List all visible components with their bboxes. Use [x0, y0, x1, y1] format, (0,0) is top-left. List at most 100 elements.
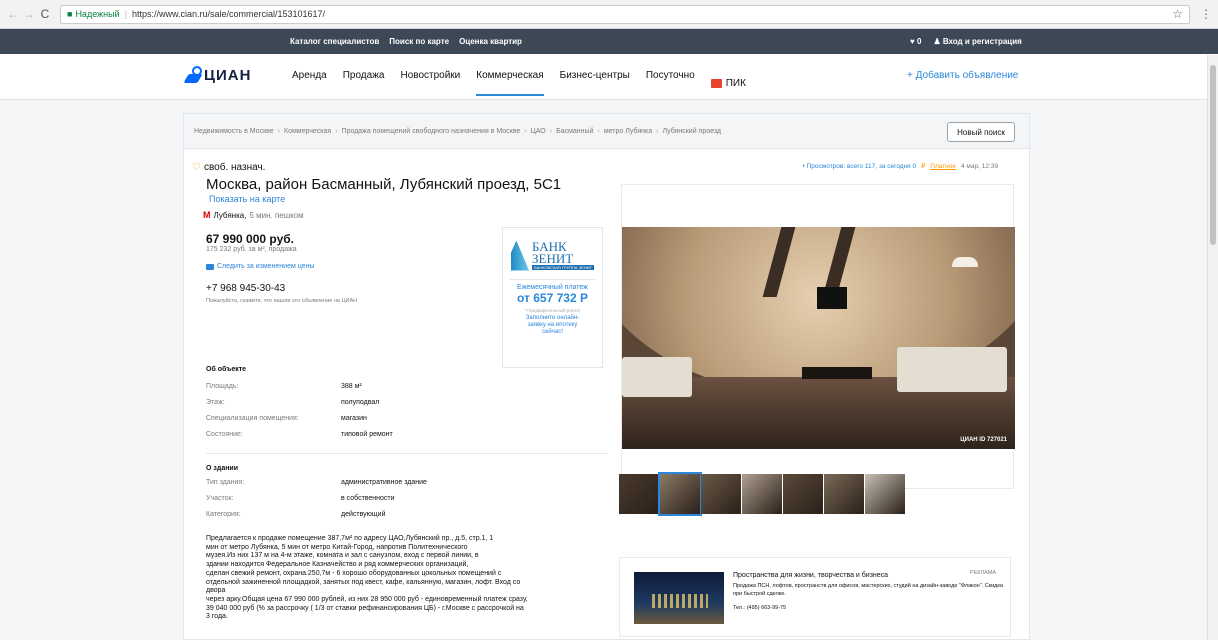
breadcrumb-item[interactable]: Недвижимость в Москве — [194, 128, 274, 135]
advertisement[interactable]: Пространства для жизни, творчества и биз… — [619, 557, 1011, 637]
breadcrumb-item[interactable]: Басманный — [556, 128, 593, 135]
photo-thumbnail[interactable] — [783, 474, 823, 514]
bank-ad[interactable]: БАНК ЗЕНИТ БАНКОВСКАЯ ГРУППА ЗЕНИТ Ежеме… — [502, 227, 603, 368]
login-link[interactable]: ♟ Вход и регистрация — [933, 37, 1021, 46]
ad-image — [634, 572, 724, 624]
nav-item-rent[interactable]: Аренда — [292, 70, 327, 96]
breadcrumb-item[interactable]: ЦАО — [531, 128, 546, 135]
main-photo[interactable]: ЦИАН ID 727021 — [622, 227, 1015, 449]
detail-row: Участок: в собственности — [206, 490, 427, 506]
detail-row: Специализация помещения: магазин — [206, 410, 393, 426]
detail-value: административное здание — [341, 478, 427, 486]
login-label: Вход и регистрация — [942, 37, 1022, 46]
breadcrumb-item[interactable]: метро Лубянка — [604, 128, 652, 135]
user-icon: ♟ — [933, 37, 941, 46]
bank-cta-link[interactable]: Заполните онлайн-заявку на ипотеку сейча… — [503, 315, 602, 336]
detail-row: Категория: действующий — [206, 506, 427, 522]
section-title: О здании — [206, 465, 239, 472]
topbar-link-catalog[interactable]: Каталог специалистов — [290, 37, 379, 46]
about-building-section: О здании Тип здания: административное зда… — [192, 465, 427, 522]
photo-sofa — [622, 357, 692, 397]
bank-sub: БАНКОВСКАЯ ГРУППА ЗЕНИТ — [531, 265, 595, 270]
secure-label: Надежный — [75, 9, 120, 19]
listing-description: Предлагается к продаже помещение 387,7м²… — [206, 535, 528, 621]
ad-text: Продажа ПСН, лофтов, пространств для офи… — [733, 583, 1003, 597]
detail-key: Специализация помещения: — [206, 414, 299, 422]
logo-text: ЦИАН — [204, 66, 252, 84]
ad-title[interactable]: Пространства для жизни, творчества и биз… — [733, 572, 888, 579]
favorite-heart-icon[interactable]: ♡ — [192, 162, 201, 173]
breadcrumb-separator: › — [597, 127, 600, 135]
cian-logo[interactable]: ЦИАН — [186, 66, 251, 84]
listing-address: Москва, район Басманный, Лубянский проез… — [206, 176, 562, 193]
nav-item-new-buildings[interactable]: Новостройки — [400, 70, 460, 96]
photo-thumbnail[interactable] — [619, 474, 659, 514]
browser-menu-icon[interactable]: ⋮ — [1200, 7, 1212, 21]
favorites-count: 0 — [916, 37, 922, 46]
breadcrumb-separator: › — [524, 127, 527, 135]
photo-tv — [817, 287, 847, 309]
section-title: Об объекте — [206, 366, 247, 373]
views-count[interactable]: • Просмотров: всего 117, за сегодня 0 — [803, 163, 917, 170]
detail-value: типовой ремонт — [341, 430, 393, 438]
cian-logo-icon — [186, 66, 202, 84]
detail-row: Этаж: полуподвал — [206, 394, 393, 410]
topbar-link-map[interactable]: Поиск по карте — [389, 37, 449, 46]
breadcrumb-item[interactable]: Лубянский проезд — [662, 128, 721, 135]
photo-watermark: ЦИАН ID 727021 — [960, 437, 1007, 443]
pik-icon — [710, 78, 722, 88]
photo-thumbnail[interactable] — [865, 474, 905, 514]
new-search-button[interactable]: Новый поиск — [947, 122, 1015, 142]
bank-monthly-label: Ежемесячный платеж — [517, 284, 588, 291]
metro-icon: M — [203, 210, 211, 220]
nav-item-daily[interactable]: Посуточно — [646, 70, 695, 96]
favorites-link[interactable]: ♥ 0 — [910, 37, 921, 46]
reload-icon[interactable]: C — [38, 7, 52, 21]
listing-type: ♡ своб. назнач. — [192, 162, 612, 173]
show-on-map-link[interactable]: Показать на карте — [209, 194, 612, 204]
photo-thumbnail[interactable] — [701, 474, 741, 514]
section-divider — [206, 453, 608, 454]
breadcrumb-item[interactable]: Коммерческая — [284, 128, 331, 135]
breadcrumb-separator: › — [656, 127, 659, 135]
listing-details: ♡ своб. назнач. Москва, район Басманный,… — [192, 162, 612, 620]
paid-badge[interactable]: Платное — [930, 163, 956, 170]
photo-thumbnail[interactable] — [742, 474, 782, 514]
scrollbar-thumb[interactable] — [1210, 65, 1216, 245]
photo-sofa — [897, 347, 1007, 392]
photo-lamp — [952, 257, 978, 267]
ad-label: РЕКЛАМА — [969, 570, 996, 576]
address-bar[interactable]: ■ Надежный | https://www.cian.ru/sale/co… — [60, 4, 1190, 24]
breadcrumb-item[interactable]: Продажа помещений свободного назначения … — [342, 128, 521, 135]
metro-info: M Лубянка, 5 мин. пешком — [203, 210, 612, 220]
browser-toolbar: ← → C ■ Надежный | https://www.cian.ru/s… — [0, 0, 1218, 29]
back-icon[interactable]: ← — [6, 7, 20, 21]
listing-meta: • Просмотров: всего 117, за сегодня 0 ₽ … — [619, 162, 1014, 171]
breadcrumb: Недвижимость в Москве › Коммерческая › Про… — [184, 114, 1029, 149]
bank-prelim-note: * Предварительный расчет — [524, 308, 581, 313]
ruble-icon: ₽ — [921, 163, 926, 170]
detail-value: в собственности — [341, 494, 395, 502]
photo-gallery[interactable]: ЦИАН ID 727021 — [621, 184, 1015, 489]
nav-item-commercial[interactable]: Коммерческая — [476, 70, 544, 96]
heart-icon: ♥ — [910, 37, 915, 46]
forward-icon[interactable]: → — [22, 7, 36, 21]
add-ad-link[interactable]: + Добавить объявление — [907, 70, 1018, 81]
detail-value: полуподвал — [341, 398, 380, 406]
ad-image-lights — [652, 594, 708, 608]
nav-item-sale[interactable]: Продажа — [343, 70, 385, 96]
photo-thumbnail[interactable] — [658, 472, 702, 516]
nav-item-business-centers[interactable]: Бизнес-центры — [560, 70, 630, 96]
pik-label: ПИК — [725, 77, 746, 89]
bookmark-star-icon[interactable]: ☆ — [1172, 7, 1183, 21]
topbar-link-valuation[interactable]: Оценка квартир — [459, 37, 522, 46]
photo-thumbnail[interactable] — [824, 474, 864, 514]
nav-item-pik[interactable]: ПИК — [710, 70, 746, 96]
metro-time: 5 мин. пешком — [249, 210, 304, 220]
metro-name[interactable]: Лубянка, — [214, 211, 247, 220]
detail-row: Тип здания: административное здание — [206, 474, 427, 490]
mail-icon — [206, 263, 214, 270]
detail-value: действующий — [341, 510, 386, 518]
detail-key: Площадь: — [206, 382, 239, 390]
published-date: 4 мар, 12:39 — [961, 162, 998, 170]
